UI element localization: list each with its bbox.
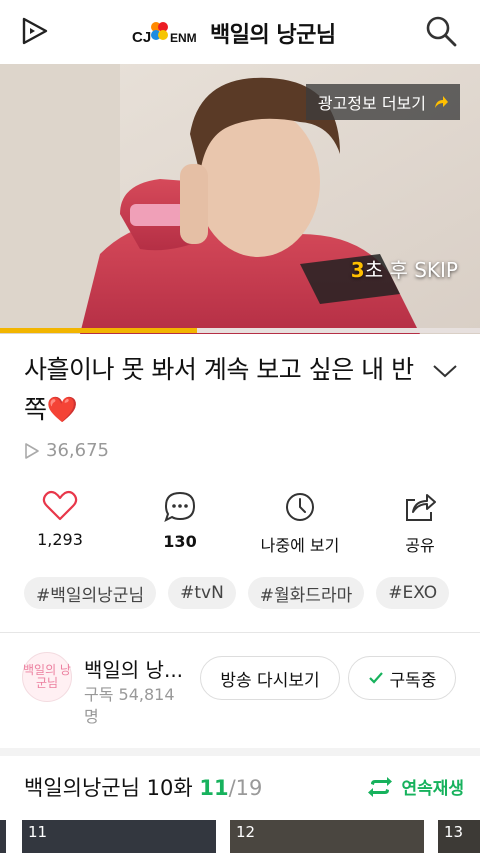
comment-button[interactable]: 130 [120,490,240,551]
playlist-thumbnail[interactable]: 11 [22,820,216,853]
view-count-value: 36,675 [46,440,109,461]
video-title: 사흘이나 못 봐서 계속 보고 싶은 내 반쪽❤️ [24,350,424,430]
share-arrow-icon [435,96,448,108]
continuous-play-toggle[interactable]: 연속재생 [365,774,464,799]
video-player[interactable]: 광고정보 더보기 3초 후 SKIP [0,64,480,334]
playlist-thumbnail[interactable]: 12 [230,820,424,853]
channel-name[interactable]: 백일의 낭... [84,654,194,683]
video-progress-fill [0,328,197,333]
brand-name: 백일의 낭군님 [210,23,336,48]
channel-brand[interactable]: CJ ENM 백일의 낭군님 [132,14,336,52]
subscribed-button[interactable]: 구독중 [348,656,456,700]
clock-icon [286,493,314,521]
comment-count: 130 [163,532,197,551]
repeat-icon [368,776,393,797]
top-bar: CJ ENM 백일의 낭군님 [0,0,480,64]
check-icon [368,672,383,684]
ad-info-more-label: 광고정보 더보기 [317,94,426,113]
playlist-header: 백일의낭군님 10화 11/19 연속재생 [24,772,464,804]
subscriber-count: 구독 54,814 명 [84,685,175,726]
skip-countdown[interactable]: 3초 후 SKIP [351,254,458,283]
video-title-block: 사흘이나 못 봐서 계속 보고 싶은 내 반쪽❤️ [24,350,424,430]
channel-avatar[interactable]: 백일의 낭군님 [22,652,72,702]
watch-later-button[interactable]: 나중에 보기 [240,490,360,556]
section-separator [0,748,480,756]
thumbnail-number: 13 [444,823,464,841]
watch-later-label: 나중에 보기 [260,536,340,555]
playlist-total: /19 [228,776,263,800]
hashtag-chip[interactable]: #월화드라마 [247,577,365,609]
playlist-name: 백일의낭군님 10화 [24,776,193,800]
heart-emoji: ❤️ [46,395,78,424]
hashtag-chip[interactable]: #EXO [376,577,450,609]
like-count: 1,293 [37,530,83,549]
action-bar: 1,293 130 나중에 보기 공유 [0,490,480,560]
chevron-down-icon[interactable] [430,356,460,386]
hashtag-chip[interactable]: #tvN [168,577,236,609]
view-count: 36,675 [24,440,109,461]
channel-row: 백일의 낭군님 백일의 낭... 구독 54,814 명 방송 다시보기 구독중 [0,640,480,740]
hashtag-chip[interactable]: #백일의낭군님 [24,577,157,609]
svg-text:ENM: ENM [170,31,197,45]
like-button[interactable]: 1,293 [0,490,120,549]
video-progress-bar[interactable] [0,328,480,333]
replay-broadcast-label: 방송 다시보기 [220,670,320,691]
heart-icon [42,490,78,521]
replay-broadcast-button[interactable]: 방송 다시보기 [200,656,340,700]
comment-icon [164,491,196,522]
thumbnail-number: 11 [28,823,48,841]
playlist-thumbnail[interactable]: 13 [438,820,480,853]
search-icon[interactable] [424,14,458,48]
skip-text: 초 후 SKIP [364,258,458,282]
playlist-title: 백일의낭군님 10화 11/19 [24,772,262,802]
continuous-play-label: 연속재생 [401,779,464,799]
share-label: 공유 [405,536,435,555]
ad-info-more-button[interactable]: 광고정보 더보기 [305,84,460,120]
divider [0,632,480,633]
playlist-thumbnails: 11 12 13 [0,820,480,853]
video-title-text: 사흘이나 못 봐서 계속 보고 싶은 내 반쪽 [24,355,414,424]
playlist-current-index: 11 [199,776,229,800]
share-icon [406,494,436,521]
playlist-thumbnail[interactable] [0,820,6,853]
thumbnail-number: 12 [236,823,256,841]
skip-count: 3 [350,258,365,282]
cj-enm-logo-icon: CJ ENM [132,22,197,46]
play-logo-icon[interactable] [20,16,50,46]
play-count-icon [25,442,39,459]
hashtag-list: #백일의낭군님 #tvN #월화드라마 #EXO [24,577,450,609]
svg-text:CJ: CJ [132,29,151,46]
share-button[interactable]: 공유 [360,490,480,556]
subscribed-label: 구독중 [389,670,437,691]
